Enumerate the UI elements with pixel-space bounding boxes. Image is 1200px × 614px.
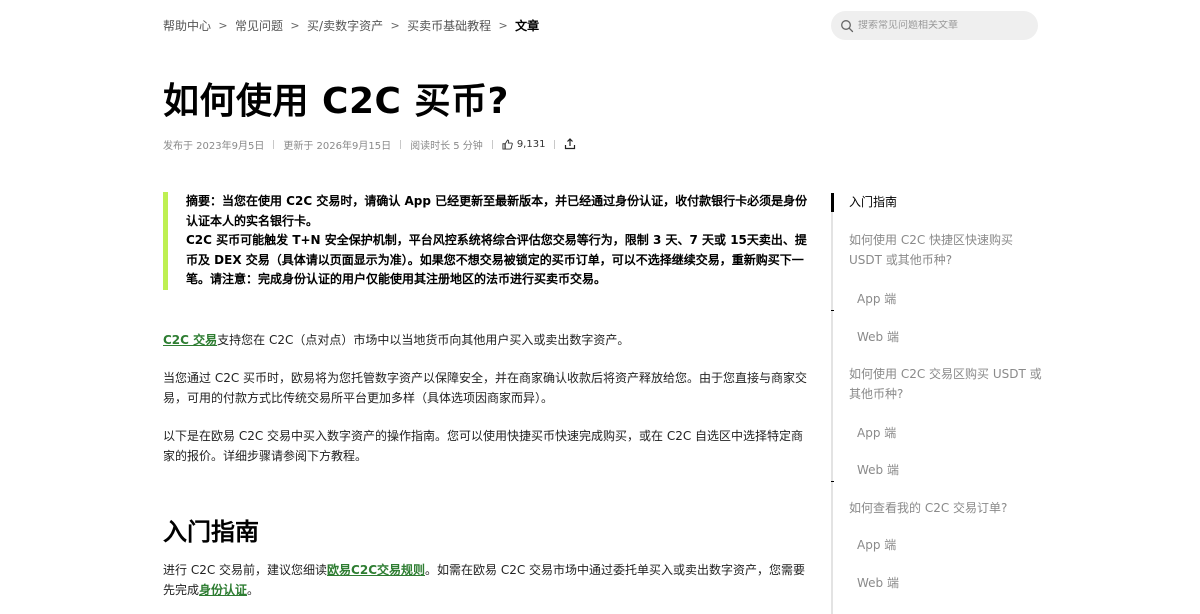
breadcrumb-faq[interactable]: 常见问题 (235, 17, 283, 34)
toc-item-quick-buy-app[interactable]: App 端 (857, 289, 1057, 309)
rules-text-before: 进行 C2C 交易前，建议您细读 (163, 563, 328, 577)
toc-item-trade-zone-buy[interactable]: 如何使用 C2C 交易区购买 USDT 或其他币种? (849, 364, 1049, 404)
toc-track (831, 193, 833, 614)
search-box[interactable] (831, 11, 1038, 40)
read-time: 阅读时长 5 分钟 (410, 140, 483, 152)
search-input[interactable] (858, 20, 1033, 31)
guide-paragraph: 以下是在欧易 C2C 交易中买入数字资产的操作指南。您可以使用快捷买币快速完成购… (163, 429, 804, 463)
toc-section-divider (831, 310, 834, 311)
breadcrumb-buy-sell[interactable]: 买/卖数字资产 (307, 17, 383, 34)
breadcrumb: 帮助中心 > 常见问题 > 买/卖数字资产 > 买卖币基础教程 > 文章 (163, 16, 539, 34)
breadcrumb-tutorials[interactable]: 买卖币基础教程 (407, 17, 491, 34)
article-meta: 发布于 2023年9月5日 更新于 2026年9月15日 阅读时长 5 分钟 9… (163, 136, 576, 152)
meta-divider (400, 139, 402, 149)
rules-text-after: 。 (247, 583, 260, 597)
meta-divider (554, 139, 556, 149)
toc-item-trade-zone-app[interactable]: App 端 (857, 423, 1057, 443)
toc-item-view-orders[interactable]: 如何查看我的 C2C 交易订单? (849, 498, 1049, 518)
rules-paragraph: 进行 C2C 交易前，建议您细读欧易C2C交易规则。如需在欧易 C2C 交易市场… (163, 560, 815, 600)
toc-item-trade-zone-web[interactable]: Web 端 (857, 460, 1057, 480)
like-count: 9,131 (516, 138, 546, 150)
like-button[interactable]: 9,131 (502, 138, 546, 150)
published-date: 发布于 2023年9月5日 (163, 140, 265, 152)
chevron-right-icon: > (290, 18, 300, 32)
chevron-right-icon: > (218, 18, 228, 32)
toc-item-view-orders-app[interactable]: App 端 (857, 535, 1057, 555)
identity-verification-link[interactable]: 身份认证 (199, 583, 247, 597)
summary-line-1: 摘要：当您在使用 C2C 交易时，请确认 App 已经更新至最新版本，并已经通过… (186, 194, 808, 228)
breadcrumb-current: 文章 (515, 18, 540, 33)
thumbs-up-icon (502, 139, 513, 150)
section-heading-getting-started: 入门指南 (163, 518, 259, 546)
share-icon (565, 138, 576, 150)
summary-line-2: C2C 买币可能触发 T+N 安全保护机制，平台风控系统将综合评估您交易等行为，… (186, 233, 807, 286)
summary-block: 摘要：当您在使用 C2C 交易时，请确认 App 已经更新至最新版本，并已经通过… (163, 192, 818, 290)
share-button[interactable] (564, 138, 576, 150)
toc-item-getting-started[interactable]: 入门指南 (849, 192, 1049, 212)
toc-item-quick-buy[interactable]: 如何使用 C2C 快捷区快速购买 USDT 或其他币种? (849, 230, 1049, 270)
chevron-right-icon: > (390, 18, 400, 32)
updated-date: 更新于 2026年9月15日 (283, 140, 392, 152)
breadcrumb-help-center[interactable]: 帮助中心 (163, 17, 211, 34)
escrow-paragraph: 当您通过 C2C 买币时，欧易将为您托管数字资产以保障安全，并在商家确认收款后将… (163, 371, 808, 405)
chevron-right-icon: > (498, 18, 508, 32)
search-icon (840, 19, 854, 33)
c2c-rules-link[interactable]: 欧易C2C交易规则 (327, 563, 425, 577)
meta-divider (273, 139, 275, 149)
c2c-trade-link[interactable]: C2C 交易 (163, 333, 217, 347)
toc-active-indicator (831, 193, 834, 212)
toc-item-view-orders-web[interactable]: Web 端 (857, 573, 1057, 593)
toc-item-quick-buy-web[interactable]: Web 端 (857, 327, 1057, 347)
toc-section-divider (831, 481, 834, 482)
meta-divider (491, 139, 493, 149)
intro-paragraph: C2C 交易支持您在 C2C（点对点）市场中以当地货币向其他用户买入或卖出数字资… (163, 330, 815, 350)
page-title: 如何使用 C2C 买币? (163, 81, 509, 122)
intro-text: 支持您在 C2C（点对点）市场中以当地货币向其他用户买入或卖出数字资产。 (217, 333, 630, 347)
